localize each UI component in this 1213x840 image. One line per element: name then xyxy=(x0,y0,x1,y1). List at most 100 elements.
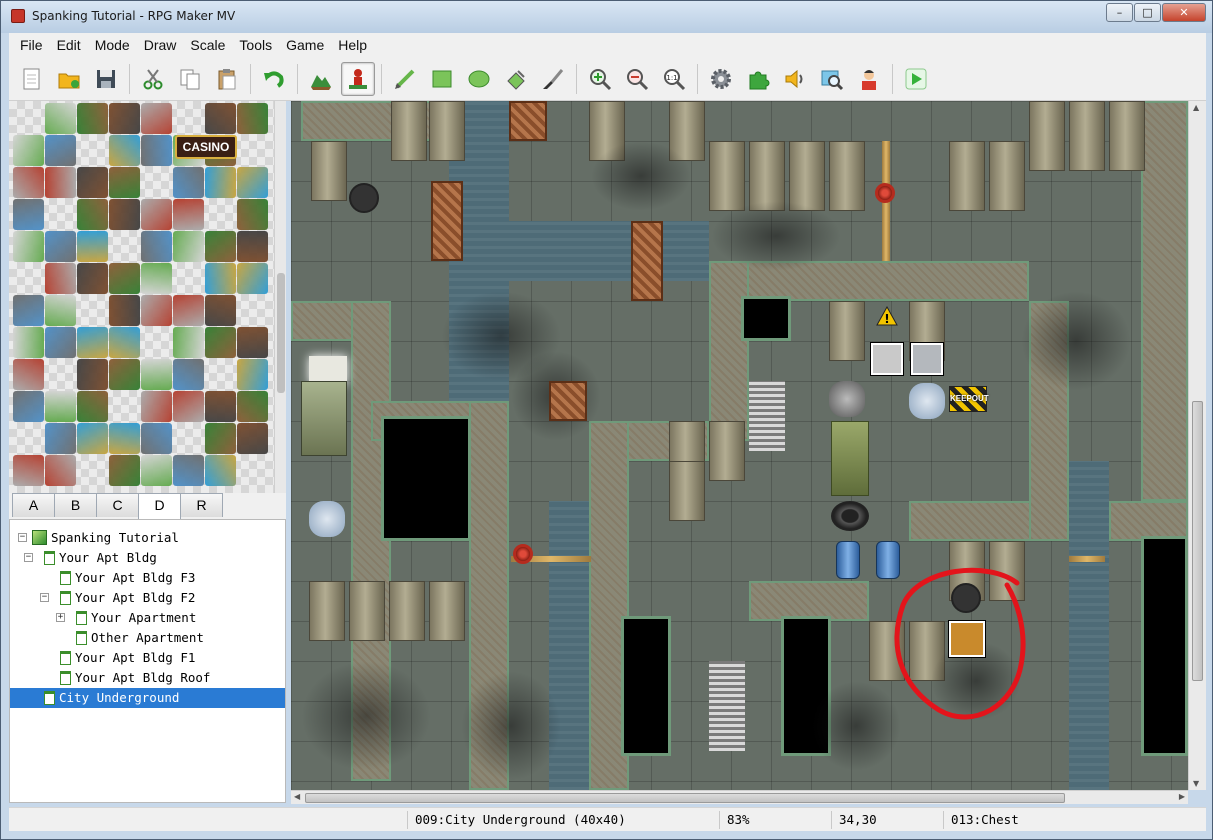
menu-file[interactable]: File xyxy=(13,37,50,53)
tileset-tile[interactable] xyxy=(173,199,204,230)
map-vertical-thumb[interactable] xyxy=(1192,401,1203,681)
tileset-tile[interactable] xyxy=(173,263,204,294)
event-computer[interactable] xyxy=(911,343,943,375)
tileset-tile[interactable] xyxy=(109,359,140,390)
tree-item[interactable]: − Spanking Tutorial xyxy=(10,528,285,548)
menu-help[interactable]: Help xyxy=(331,37,374,53)
tileset-tile[interactable] xyxy=(77,359,108,390)
tileset-tile[interactable] xyxy=(141,423,172,454)
save-project-button[interactable] xyxy=(89,62,123,96)
collapse-icon[interactable]: − xyxy=(40,593,49,602)
tree-item[interactable]: Your Apt Bldg Roof xyxy=(10,668,285,688)
tileset-tile[interactable] xyxy=(109,455,140,486)
tree-item[interactable]: Your Apt Bldg F3 xyxy=(10,568,285,588)
tileset-tile[interactable] xyxy=(13,359,44,390)
map-canvas[interactable]: ! KEEPOUT xyxy=(291,101,1188,790)
tileset-tile[interactable] xyxy=(237,263,268,294)
tab-r[interactable]: R xyxy=(180,493,223,517)
tileset-tile[interactable] xyxy=(237,423,268,454)
tileset-tile[interactable] xyxy=(45,103,76,134)
tileset-tile[interactable] xyxy=(237,359,268,390)
tileset-tile[interactable] xyxy=(77,455,108,486)
tileset-tile[interactable] xyxy=(237,391,268,422)
scroll-down-icon[interactable]: ▼ xyxy=(1193,779,1199,788)
tileset-tile[interactable] xyxy=(13,391,44,422)
tileset-tile[interactable] xyxy=(77,103,108,134)
tileset-tile[interactable] xyxy=(109,263,140,294)
undo-button[interactable] xyxy=(257,62,291,96)
tileset-tile[interactable] xyxy=(45,295,76,326)
tileset-tile[interactable] xyxy=(77,391,108,422)
tileset-tile[interactable] xyxy=(109,103,140,134)
database-button[interactable] xyxy=(704,62,738,96)
tileset-tile[interactable] xyxy=(45,359,76,390)
tileset-tile[interactable] xyxy=(45,327,76,358)
event-sewer-grate[interactable] xyxy=(349,183,379,213)
cut-button[interactable] xyxy=(136,62,170,96)
tileset-tile[interactable] xyxy=(173,167,204,198)
tileset-tile[interactable] xyxy=(141,199,172,230)
menu-edit[interactable]: Edit xyxy=(50,37,88,53)
tileset-tile[interactable] xyxy=(237,455,268,486)
menu-game[interactable]: Game xyxy=(279,37,331,53)
tileset-tile[interactable] xyxy=(237,327,268,358)
maximize-button[interactable]: □ xyxy=(1134,3,1161,22)
tree-item[interactable]: − Your Apt Bldg F2 xyxy=(10,588,285,608)
tileset-tile[interactable] xyxy=(77,263,108,294)
tab-c[interactable]: C xyxy=(96,493,139,517)
copy-button[interactable] xyxy=(173,62,207,96)
map-horizontal-thumb[interactable] xyxy=(305,793,1065,803)
character-generator-button[interactable] xyxy=(852,62,886,96)
tab-b[interactable]: B xyxy=(54,493,97,517)
tab-a[interactable]: A xyxy=(12,493,55,517)
map-mode-button[interactable] xyxy=(304,62,338,96)
tileset-tile[interactable] xyxy=(141,327,172,358)
tileset-tile[interactable] xyxy=(141,263,172,294)
tileset-tile[interactable] xyxy=(205,455,236,486)
tree-item[interactable]: City Underground xyxy=(10,688,285,708)
tileset-tile[interactable] xyxy=(13,103,44,134)
tileset-tile[interactable] xyxy=(173,455,204,486)
tileset-tile[interactable] xyxy=(173,327,204,358)
tileset-tile[interactable] xyxy=(45,135,76,166)
tileset-tile[interactable] xyxy=(109,135,140,166)
sound-test-button[interactable] xyxy=(778,62,812,96)
tileset-tile[interactable] xyxy=(13,199,44,230)
tileset-tile[interactable] xyxy=(205,327,236,358)
tileset-tile[interactable] xyxy=(205,391,236,422)
tileset-tile[interactable] xyxy=(141,231,172,262)
tileset-tile[interactable] xyxy=(109,423,140,454)
minimize-button[interactable]: – xyxy=(1106,3,1133,22)
tree-item[interactable]: − Your Apt Bldg xyxy=(10,548,285,568)
ellipse-button[interactable] xyxy=(462,62,496,96)
menu-draw[interactable]: Draw xyxy=(137,37,184,53)
scroll-up-icon[interactable]: ▲ xyxy=(1193,103,1199,112)
tileset-tile[interactable] xyxy=(237,103,268,134)
event-locker[interactable] xyxy=(871,343,903,375)
tileset-tile[interactable] xyxy=(205,167,236,198)
collapse-icon[interactable]: − xyxy=(18,533,27,542)
tileset-scroll-thumb[interactable] xyxy=(277,273,285,393)
tileset-tile[interactable] xyxy=(13,263,44,294)
tileset-tile[interactable] xyxy=(173,231,204,262)
paste-button[interactable] xyxy=(210,62,244,96)
tileset-tile[interactable] xyxy=(13,327,44,358)
tileset-tile[interactable] xyxy=(237,199,268,230)
tileset-tile[interactable] xyxy=(77,295,108,326)
tileset-tile[interactable] xyxy=(141,359,172,390)
event-mode-button[interactable] xyxy=(341,61,375,96)
rectangle-button[interactable] xyxy=(425,62,459,96)
tileset-tile[interactable] xyxy=(141,455,172,486)
tileset-tile[interactable] xyxy=(205,231,236,262)
tileset-tile[interactable] xyxy=(13,455,44,486)
tab-d[interactable]: D xyxy=(138,493,181,519)
tileset-tile[interactable] xyxy=(109,231,140,262)
tileset-tile[interactable] xyxy=(13,295,44,326)
zoom-out-button[interactable] xyxy=(620,62,654,96)
casino-sign-tile[interactable]: CASINO xyxy=(175,135,237,159)
playtest-button[interactable] xyxy=(899,62,933,96)
tileset-tile[interactable] xyxy=(173,359,204,390)
tileset-tile[interactable] xyxy=(205,103,236,134)
tileset-tile[interactable] xyxy=(141,103,172,134)
tileset-tile[interactable] xyxy=(45,455,76,486)
